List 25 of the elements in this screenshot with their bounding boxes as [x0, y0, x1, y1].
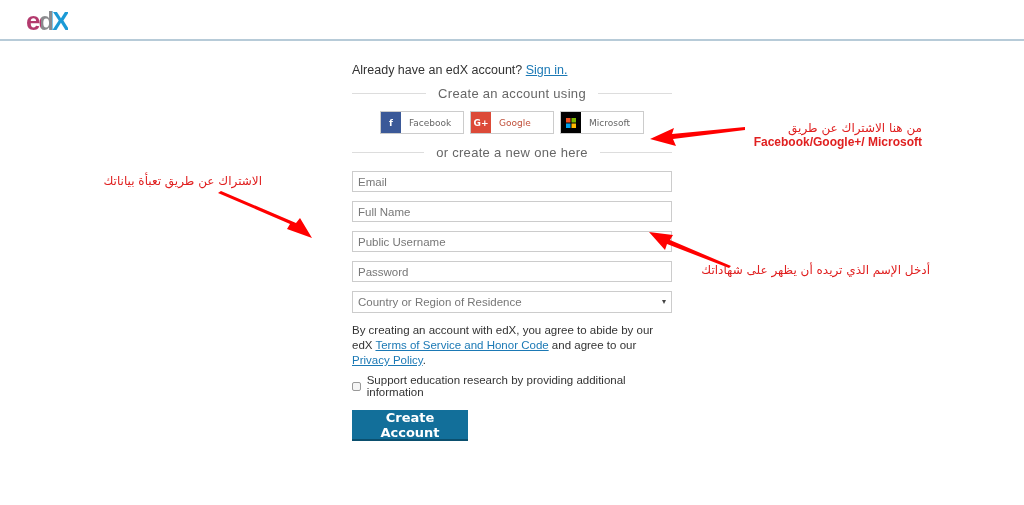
terms-text: By creating an account with edX, you agree to abide by our edX Terms of Service and Honor Code and agree to our Privacy Policy. — [352, 323, 655, 368]
facebook-icon: f — [381, 112, 401, 133]
section-heading: Create an account using — [438, 86, 586, 101]
annotation-text: أدخل الإسم الذي تريده أن يظهر على شهاداتك — [701, 263, 930, 277]
input-field[interactable]: Password — [352, 261, 672, 282]
checkbox[interactable] — [352, 381, 361, 391]
windows-logo-icon — [561, 112, 581, 133]
annotation-text: من هنا الاشتراك عن طريق — [787, 121, 922, 135]
create-account-button[interactable]: Create Account — [352, 410, 468, 439]
input-field[interactable]: Full Name — [352, 201, 672, 222]
input-field[interactable]: Email — [352, 171, 672, 192]
input-field[interactable]: Public Username — [352, 231, 672, 252]
google-plus-icon: G+ — [471, 112, 491, 133]
terms-link[interactable]: Terms of Service and Honor Code — [375, 339, 549, 351]
annotation-text: Facebook/Google+/ Microsoft — [753, 135, 922, 149]
social-signin-button[interactable]: G+ Google — [470, 111, 554, 134]
country-select[interactable]: Country or Region of Residence — [352, 291, 672, 313]
section-heading: or create a new one here — [436, 145, 588, 160]
sign-in-link[interactable]: Sign in. — [525, 63, 568, 77]
signin-prompt: Already have an edX account? — [352, 63, 524, 77]
checkbox-label: Support education research by providing additional information — [366, 374, 627, 398]
social-signin-button[interactable]: f Facebook — [380, 111, 464, 134]
social-signin-button[interactable]: Microsoft — [560, 111, 644, 134]
terms-link[interactable]: Privacy Policy — [352, 354, 423, 366]
annotation-text: الاشتراك عن طريق تعبأة بياناتك — [103, 174, 262, 188]
